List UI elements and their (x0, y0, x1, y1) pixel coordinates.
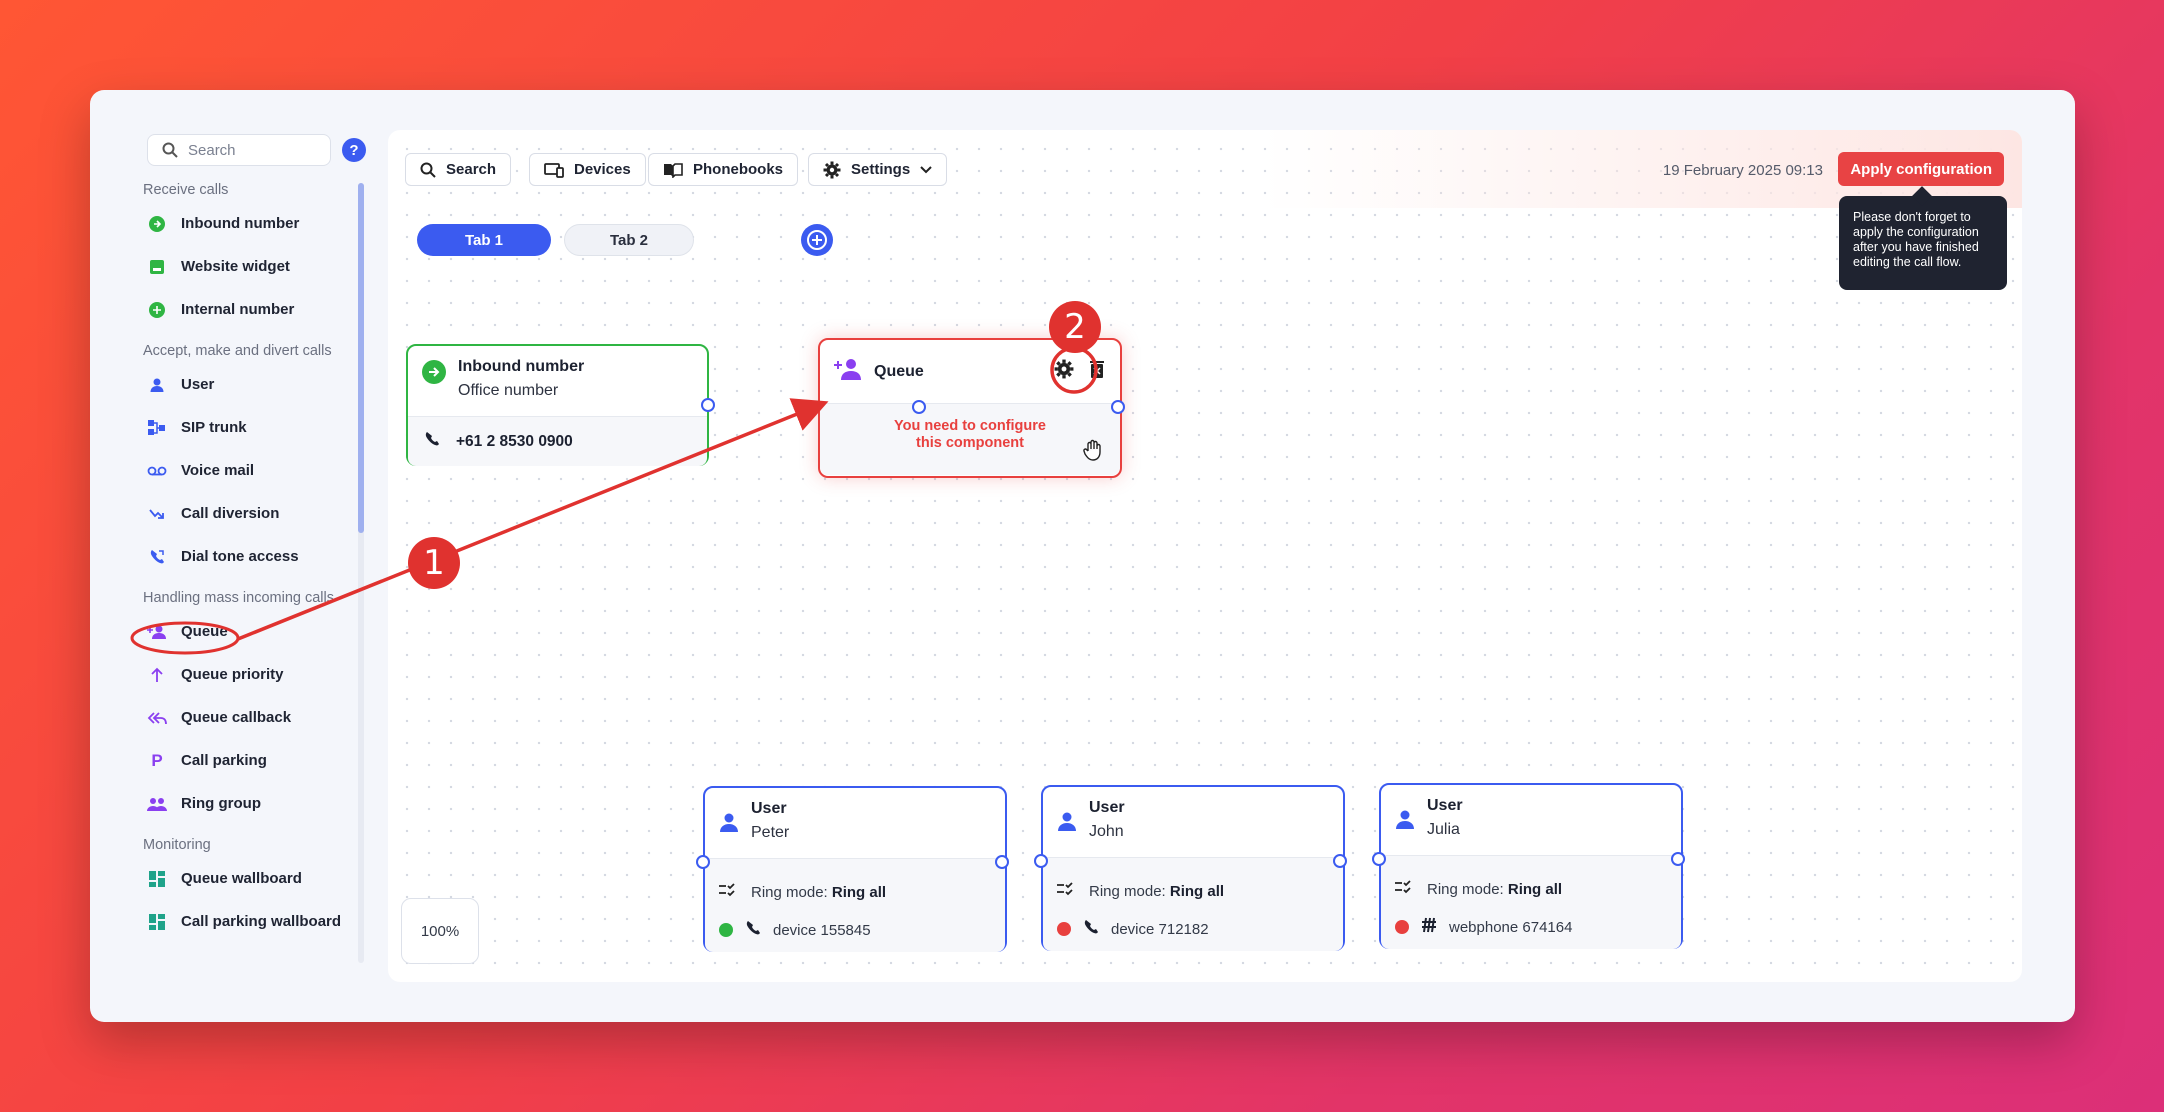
annotation-circle-queue (130, 621, 240, 655)
step-2-badge: 2 (1049, 301, 1101, 353)
step-1-badge: 1 (408, 537, 460, 589)
annotation-overlay (130, 346, 1098, 655)
annotation-circle-gear (1050, 346, 1098, 394)
annotation-arrow (237, 398, 829, 641)
